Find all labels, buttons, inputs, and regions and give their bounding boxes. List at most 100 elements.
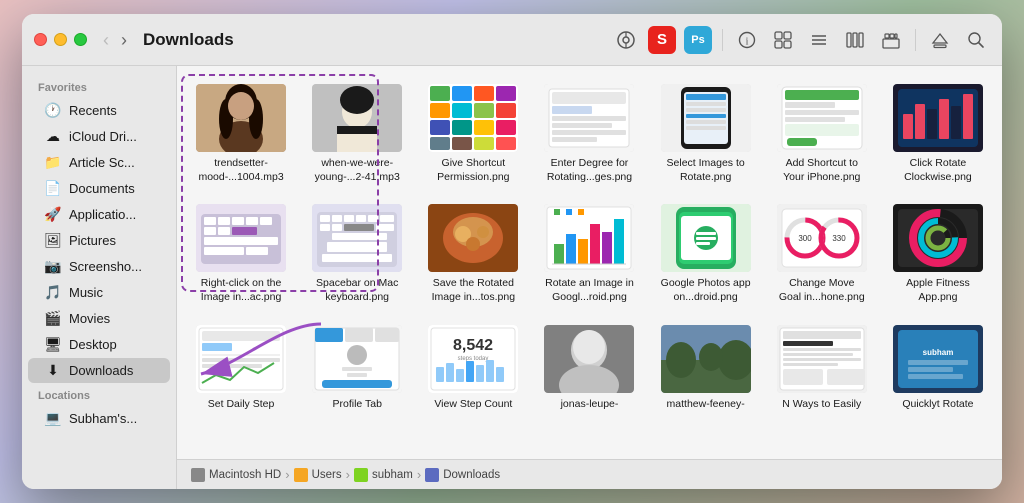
toolbar-separator2 — [915, 29, 916, 51]
file-name-10: Save the Rotated Image in...tos.png — [428, 277, 518, 304]
svg-text:i: i — [746, 36, 749, 47]
file-thumb-17: 8,542 steps today — [428, 325, 518, 393]
svg-text:8,542: 8,542 — [453, 337, 493, 354]
forward-button[interactable]: › — [117, 29, 131, 51]
file-thumb-11 — [544, 204, 634, 272]
sidebar-item-subhams[interactable]: 💻 Subham's... — [28, 406, 170, 431]
pictures-icon: 🖼 — [44, 232, 62, 249]
file-item-5[interactable]: Select Images to Rotate.png — [652, 78, 760, 190]
breadcrumb-hd-label: Macintosh HD — [209, 469, 281, 481]
minimize-button[interactable] — [54, 33, 67, 46]
sidebar-item-music[interactable]: 🎵 Music — [28, 280, 170, 305]
documents-icon: 📄 — [44, 180, 62, 197]
traffic-lights — [34, 33, 87, 46]
screenshots-label: Screensho... — [69, 259, 142, 274]
icon-view-button[interactable] — [769, 26, 797, 54]
favorites-label: Favorites — [22, 76, 176, 97]
titlebar: ‹ › Downloads S Ps i — [22, 14, 1002, 66]
sidebar-item-movies[interactable]: 🎬 Movies — [28, 306, 170, 331]
file-item-15[interactable]: Set Daily Step — [187, 319, 295, 418]
file-name-3: Give Shortcut Permission.png — [428, 157, 518, 184]
file-name-4: Enter Degree for Rotating...ges.png — [544, 157, 634, 184]
downloads-folder-icon — [425, 468, 439, 482]
screenshots-icon: 📷 — [44, 258, 62, 275]
file-item-2[interactable]: when-we-were-young-...2-41.mp3 — [303, 78, 411, 190]
breadcrumb-subham[interactable]: subham — [354, 468, 413, 482]
file-item-14[interactable]: Apple Fitness App.png — [884, 198, 992, 310]
search-icon[interactable] — [962, 26, 990, 54]
file-name-20: N Ways to Easily — [782, 398, 861, 412]
file-item-11[interactable]: Rotate an Image in Googl...roid.png — [535, 198, 643, 310]
app-s-icon[interactable]: S — [648, 26, 676, 54]
sidebar-item-desktop[interactable]: 🖥 Desktop — [28, 332, 170, 357]
file-name-18: jonas-leupe- — [561, 398, 619, 412]
breadcrumb-downloads-label: Downloads — [443, 469, 500, 481]
user-folder-icon — [354, 468, 368, 482]
file-thumb-6 — [777, 84, 867, 152]
file-item-20[interactable]: N Ways to Easily — [768, 319, 876, 418]
file-thumb-16 — [312, 325, 402, 393]
icloud-icon: ☁ — [44, 128, 62, 145]
file-thumb-1 — [196, 84, 286, 152]
breadcrumb-bar: Macintosh HD › Users › subham › Download… — [177, 459, 1002, 489]
desktop-label: Desktop — [69, 337, 117, 352]
file-item-9[interactable]: Spacebar on Mac keyboard.png — [303, 198, 411, 310]
airdrop-icon[interactable] — [612, 26, 640, 54]
file-item-12[interactable]: Google Photos app on...droid.png — [652, 198, 760, 310]
file-thumb-7 — [893, 84, 983, 152]
close-button[interactable] — [34, 33, 47, 46]
file-name-5: Select Images to Rotate.png — [661, 157, 751, 184]
sidebar-item-downloads[interactable]: ⬇ Downloads — [28, 358, 170, 383]
file-item-17[interactable]: 8,542 steps today View Step Coun — [419, 319, 527, 418]
sidebar-item-applications[interactable]: 🚀 Applicatio... — [28, 202, 170, 227]
breadcrumb-sep2: › — [346, 467, 350, 482]
articles-icon: 📁 — [44, 154, 62, 171]
maximize-button[interactable] — [74, 33, 87, 46]
breadcrumb-hd[interactable]: Macintosh HD — [191, 468, 281, 482]
file-name-19: matthew-feeney- — [667, 398, 745, 412]
info-icon[interactable]: i — [733, 26, 761, 54]
file-item-1[interactable]: trendsetter-mood-...1004.mp3 — [187, 78, 295, 190]
sidebar-item-documents[interactable]: 📄 Documents — [28, 176, 170, 201]
file-thumb-13: 300 330 — [777, 204, 867, 272]
svg-text:300: 300 — [798, 234, 812, 243]
sidebar-item-articles[interactable]: 📁 Article Sc... — [28, 150, 170, 175]
sidebar-item-recents[interactable]: 🕐 Recents — [28, 98, 170, 123]
recents-label: Recents — [69, 103, 117, 118]
eject-icon[interactable] — [926, 26, 954, 54]
file-name-7: Click Rotate Clockwise.png — [893, 157, 983, 184]
file-item-6[interactable]: Add Shortcut to Your iPhone.png — [768, 78, 876, 190]
recents-icon: 🕐 — [44, 102, 62, 119]
downloads-icon: ⬇ — [44, 362, 62, 379]
file-item-18[interactable]: jonas-leupe- — [535, 319, 643, 418]
list-view-button[interactable] — [805, 26, 833, 54]
back-button[interactable]: ‹ — [99, 29, 113, 51]
music-icon: 🎵 — [44, 284, 62, 301]
svg-text:subham: subham — [923, 348, 954, 357]
sidebar-item-screenshots[interactable]: 📷 Screensho... — [28, 254, 170, 279]
sidebar-item-icloud[interactable]: ☁ iCloud Dri... — [28, 124, 170, 149]
sidebar-item-pictures[interactable]: 🖼 Pictures — [28, 228, 170, 253]
file-item-3[interactable]: Give Shortcut Permission.png — [419, 78, 527, 190]
file-item-8[interactable]: Right-click on the Image in...ac.png — [187, 198, 295, 310]
file-item-7[interactable]: Click Rotate Clockwise.png — [884, 78, 992, 190]
file-name-6: Add Shortcut to Your iPhone.png — [777, 157, 867, 184]
subhams-icon: 💻 — [44, 410, 62, 427]
file-item-16[interactable]: Profile Tab — [303, 319, 411, 418]
breadcrumb-downloads[interactable]: Downloads — [425, 468, 500, 482]
file-item-19[interactable]: matthew-feeney- — [652, 319, 760, 418]
file-name-9: Spacebar on Mac keyboard.png — [312, 277, 402, 304]
file-name-12: Google Photos app on...droid.png — [661, 277, 751, 304]
file-item-13[interactable]: 300 330 Change Move Goal in...hone.png — [768, 198, 876, 310]
gallery-view-button[interactable] — [877, 26, 905, 54]
breadcrumb-users[interactable]: Users — [294, 468, 342, 482]
icloud-label: iCloud Dri... — [69, 129, 137, 144]
file-name-8: Right-click on the Image in...ac.png — [196, 277, 286, 304]
file-item-10[interactable]: Save the Rotated Image in...tos.png — [419, 198, 527, 310]
file-name-15: Set Daily Step — [208, 398, 275, 412]
file-item-4[interactable]: Enter Degree for Rotating...ges.png — [535, 78, 643, 190]
desktop-icon: 🖥 — [44, 336, 62, 353]
file-item-21[interactable]: subham Quicklyt Rotate — [884, 319, 992, 418]
app-ps-icon[interactable]: Ps — [684, 26, 712, 54]
column-view-button[interactable] — [841, 26, 869, 54]
